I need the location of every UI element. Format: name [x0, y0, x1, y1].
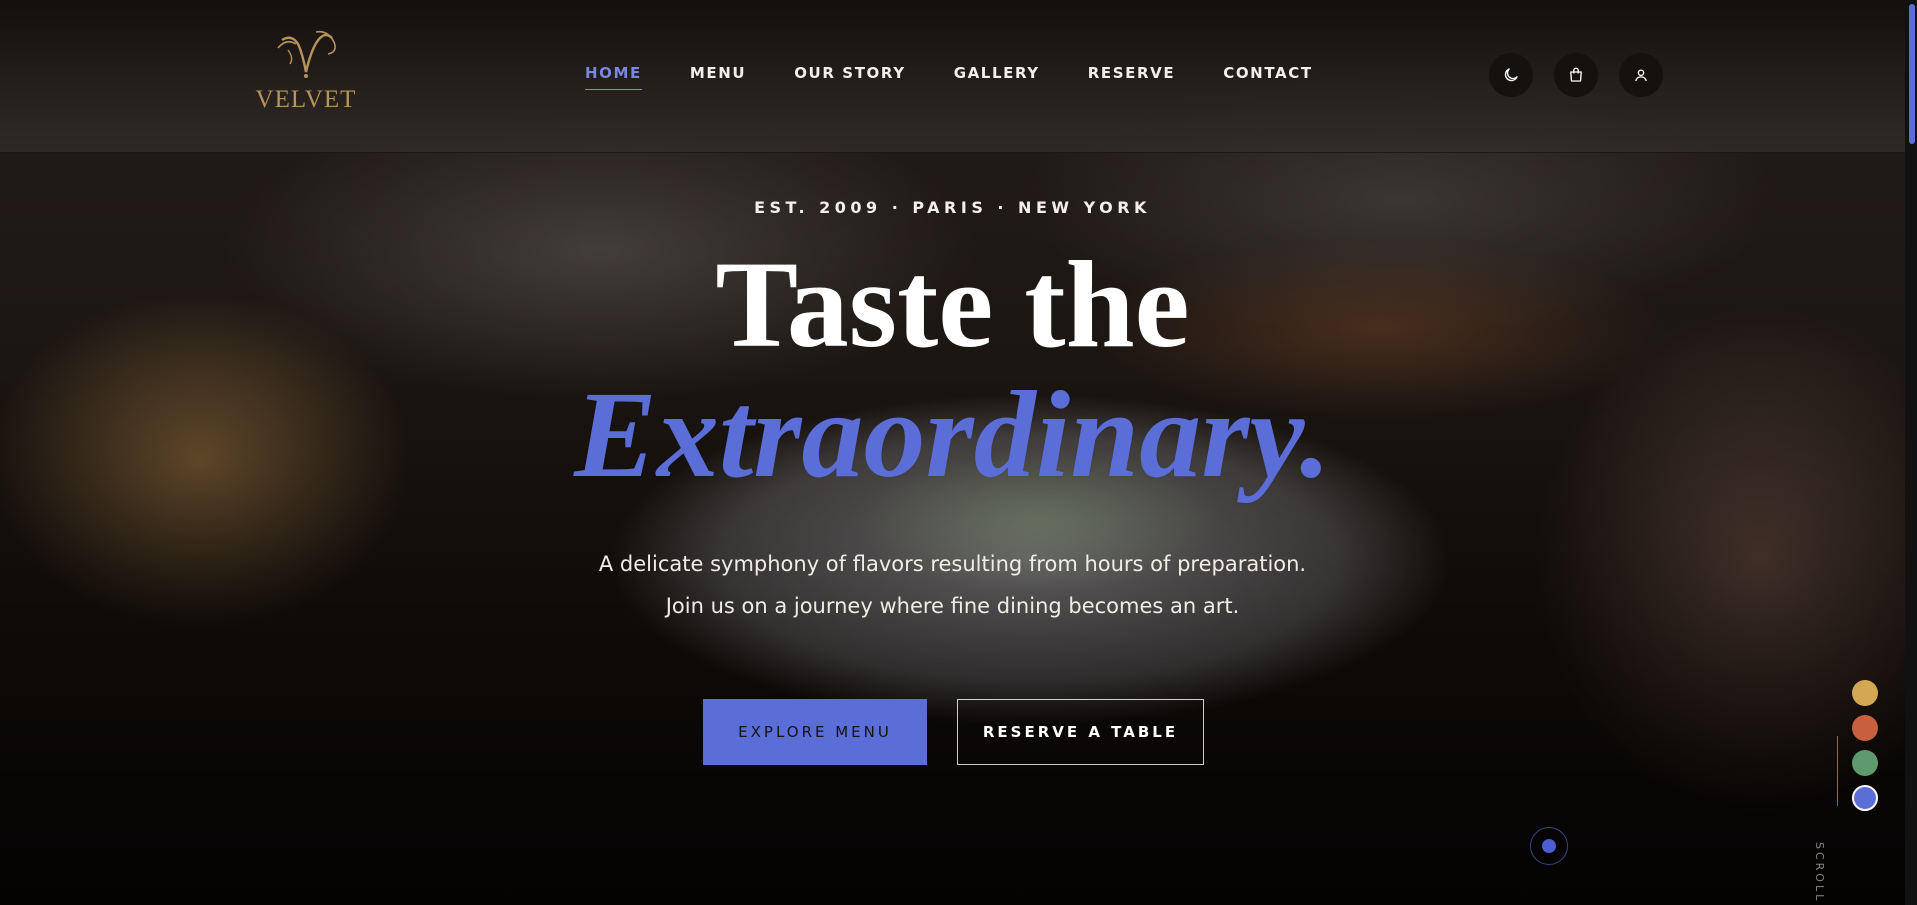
nav-item-menu[interactable]: MENU: [690, 64, 746, 90]
page-scrollbar[interactable]: [1905, 0, 1917, 905]
user-icon: [1635, 69, 1647, 82]
moon-icon: [1504, 68, 1518, 82]
nav-item-our-story[interactable]: OUR STORY: [794, 64, 905, 90]
scroll-label: SCROLL: [1813, 842, 1826, 904]
theme-swatch-terracotta[interactable]: [1852, 715, 1878, 741]
theme-swatch-blue[interactable]: [1852, 785, 1878, 811]
main-nav: HOME MENU OUR STORY GALLERY RESERVE CONT…: [585, 64, 1361, 90]
theme-toggle-button[interactable]: [1489, 53, 1533, 97]
hero-title-line2: Extraordinary.: [574, 366, 1331, 503]
theme-swatch-gold[interactable]: [1852, 680, 1878, 706]
hero-subtitle-line2: Join us on a journey where fine dining b…: [665, 594, 1240, 618]
hero-eyebrow: EST. 2009 · PARIS · NEW YORK: [754, 198, 1151, 217]
account-button[interactable]: [1619, 53, 1663, 97]
scroll-dot-icon: [1542, 839, 1556, 853]
hero-subtitle-line1: A delicate symphony of flavors resulting…: [598, 552, 1307, 576]
brand-name: VELVET: [255, 86, 357, 113]
nav-item-reserve[interactable]: RESERVE: [1088, 64, 1175, 90]
scrollbar-thumb[interactable]: [1909, 4, 1915, 144]
reserve-table-button[interactable]: RESERVE A TABLE: [957, 699, 1204, 765]
shopping-bag-icon: [1570, 67, 1582, 82]
scroll-down-indicator[interactable]: [1530, 827, 1568, 865]
scroll-progress-line: [1837, 736, 1838, 806]
logo-monogram-icon: [277, 30, 336, 78]
nav-item-gallery[interactable]: GALLERY: [954, 64, 1040, 90]
site-header: VELVET HOME MENU OUR STORY GALLERY RESER…: [0, 0, 1905, 153]
explore-menu-button[interactable]: EXPLORE MENU: [703, 699, 927, 765]
theme-swatch-green[interactable]: [1852, 750, 1878, 776]
nav-item-contact[interactable]: CONTACT: [1223, 64, 1312, 90]
nav-item-home[interactable]: HOME: [585, 64, 642, 90]
hero-title-line1: Taste the: [715, 236, 1190, 373]
cart-button[interactable]: [1554, 53, 1598, 97]
brand-logo[interactable]: VELVET: [250, 28, 362, 114]
